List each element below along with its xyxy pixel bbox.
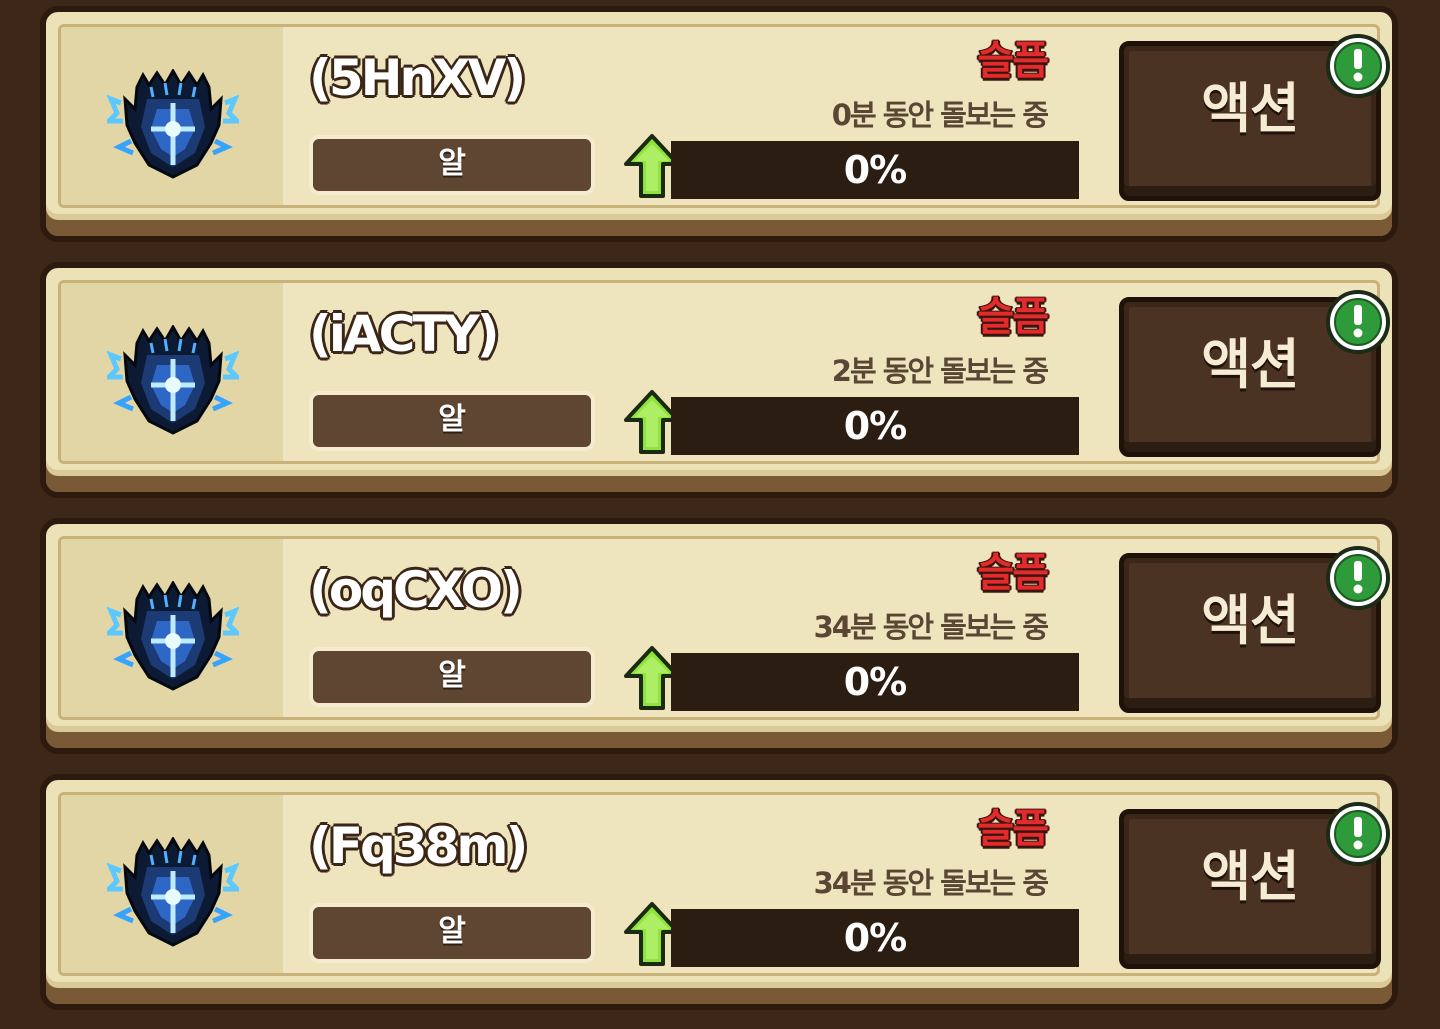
pet-icon-panel [61,27,283,205]
mood-status: 슬픔 [976,806,1050,852]
pet-type-badge: 알 [309,903,595,963]
growth-progress-bar: 0% [671,909,1079,967]
growth-progress-text: 0% [843,148,908,192]
pet-name: (iACTY) [308,305,501,363]
mood-status: 슬픔 [976,294,1050,340]
blue-dragon-egg-icon [107,325,239,435]
mood-status: 슬픔 [976,38,1050,84]
pet-name: (oqCXO) [308,561,524,619]
growth-progress-text: 0% [843,660,908,704]
growth-progress-text: 0% [843,404,908,448]
pet-card: (oqCXO) 알 슬픔 34분 동안 돌보는 중 0% 액션 [40,518,1398,754]
growth-progress-bar: 0% [671,653,1079,711]
exclamation-icon [1326,802,1390,866]
care-time-text: 34분 동안 돌보는 중 [813,610,1049,644]
pet-type-badge: 알 [309,135,595,195]
pet-card-body: (5HnXV) 알 슬픔 0분 동안 돌보는 중 0% 액션 [58,24,1390,208]
exclamation-icon [1326,546,1390,610]
growth-progress-bar: 0% [671,141,1079,199]
mood-status: 슬픔 [976,550,1050,596]
care-time-text: 34분 동안 돌보는 중 [813,866,1049,900]
pet-icon-panel [61,795,283,973]
growth-progress-text: 0% [843,916,908,960]
pet-icon-panel [61,283,283,461]
blue-dragon-egg-icon [107,581,239,691]
pet-type-badge: 알 [309,391,595,451]
exclamation-icon [1326,34,1390,98]
care-time-text: 2분 동안 돌보는 중 [831,354,1049,388]
exclamation-icon [1326,290,1390,354]
blue-dragon-egg-icon [107,69,239,179]
pet-list: (5HnXV) 알 슬픔 0분 동안 돌보는 중 0% 액션 (iACTY) 알… [0,0,1440,1029]
pet-card: (Fq38m) 알 슬픔 34분 동안 돌보는 중 0% 액션 [40,774,1398,1010]
pet-name: (5HnXV) [308,49,527,107]
pet-card-body: (Fq38m) 알 슬픔 34분 동안 돌보는 중 0% 액션 [58,792,1390,976]
pet-card-body: (iACTY) 알 슬픔 2분 동안 돌보는 중 0% 액션 [58,280,1390,464]
pet-card-body: (oqCXO) 알 슬픔 34분 동안 돌보는 중 0% 액션 [58,536,1390,720]
pet-icon-panel [61,539,283,717]
pet-name: (Fq38m) [308,817,529,875]
pet-card: (iACTY) 알 슬픔 2분 동안 돌보는 중 0% 액션 [40,262,1398,498]
growth-progress-bar: 0% [671,397,1079,455]
pet-type-badge: 알 [309,647,595,707]
pet-card: (5HnXV) 알 슬픔 0분 동안 돌보는 중 0% 액션 [40,6,1398,242]
blue-dragon-egg-icon [107,837,239,947]
care-time-text: 0분 동안 돌보는 중 [831,98,1049,132]
